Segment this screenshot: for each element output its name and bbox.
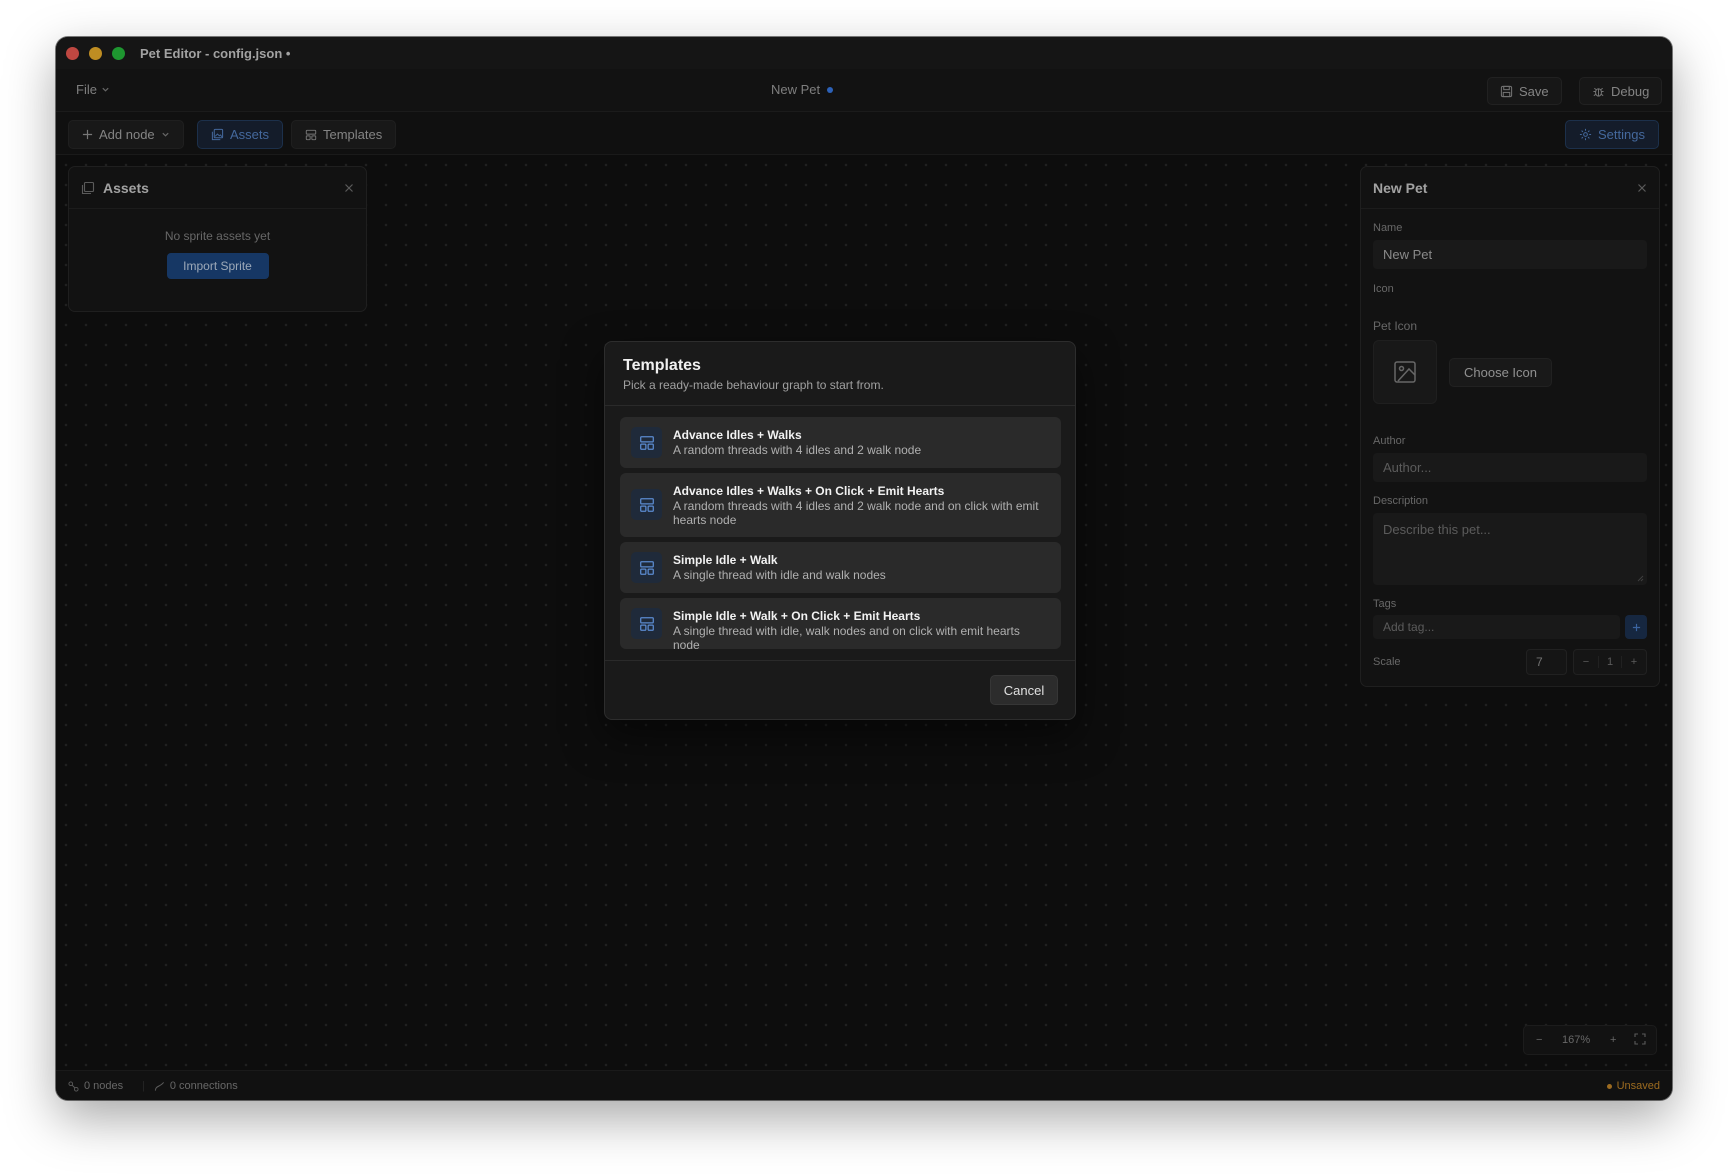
app-window: Pet Editor - config.json • File New Pet … bbox=[56, 37, 1672, 1100]
templates-dialog-subtitle: Pick a ready-made behaviour graph to sta… bbox=[623, 378, 884, 392]
template-description: A single thread with idle and walk nodes bbox=[673, 568, 886, 582]
template-icon bbox=[631, 552, 662, 583]
template-item[interactable]: Simple Idle + Walk + On Click + Emit Hea… bbox=[620, 598, 1061, 652]
template-name: Simple Idle + Walk bbox=[673, 553, 778, 567]
dialog-divider bbox=[605, 405, 1075, 406]
template-icon bbox=[631, 489, 662, 520]
template-description: A random threads with 4 idles and 2 walk… bbox=[673, 443, 922, 457]
dialog-divider bbox=[605, 660, 1075, 661]
template-item[interactable]: Advance Idles + Walks A random threads w… bbox=[620, 417, 1061, 468]
template-name: Advance Idles + Walks bbox=[673, 428, 802, 442]
template-item[interactable]: Advance Idles + Walks + On Click + Emit … bbox=[620, 473, 1061, 537]
template-name: Simple Idle + Walk + On Click + Emit Hea… bbox=[673, 609, 921, 623]
templates-dialog-title: Templates bbox=[623, 357, 701, 374]
layout-template-icon bbox=[639, 497, 654, 512]
template-icon bbox=[631, 427, 662, 458]
template-icon bbox=[631, 608, 662, 639]
layout-template-icon bbox=[639, 616, 654, 631]
layout-template-icon bbox=[639, 560, 654, 575]
template-item[interactable]: Simple Idle + Walk A single thread with … bbox=[620, 542, 1061, 593]
templates-dialog: Templates Pick a ready-made behaviour gr… bbox=[604, 341, 1076, 720]
template-description: A random threads with 4 idles and 2 walk… bbox=[673, 499, 1039, 527]
template-description: A single thread with idle, walk nodes an… bbox=[673, 624, 1020, 652]
layout-template-icon bbox=[639, 435, 654, 450]
template-name: Advance Idles + Walks + On Click + Emit … bbox=[673, 484, 945, 498]
cancel-button[interactable]: Cancel bbox=[990, 675, 1058, 705]
